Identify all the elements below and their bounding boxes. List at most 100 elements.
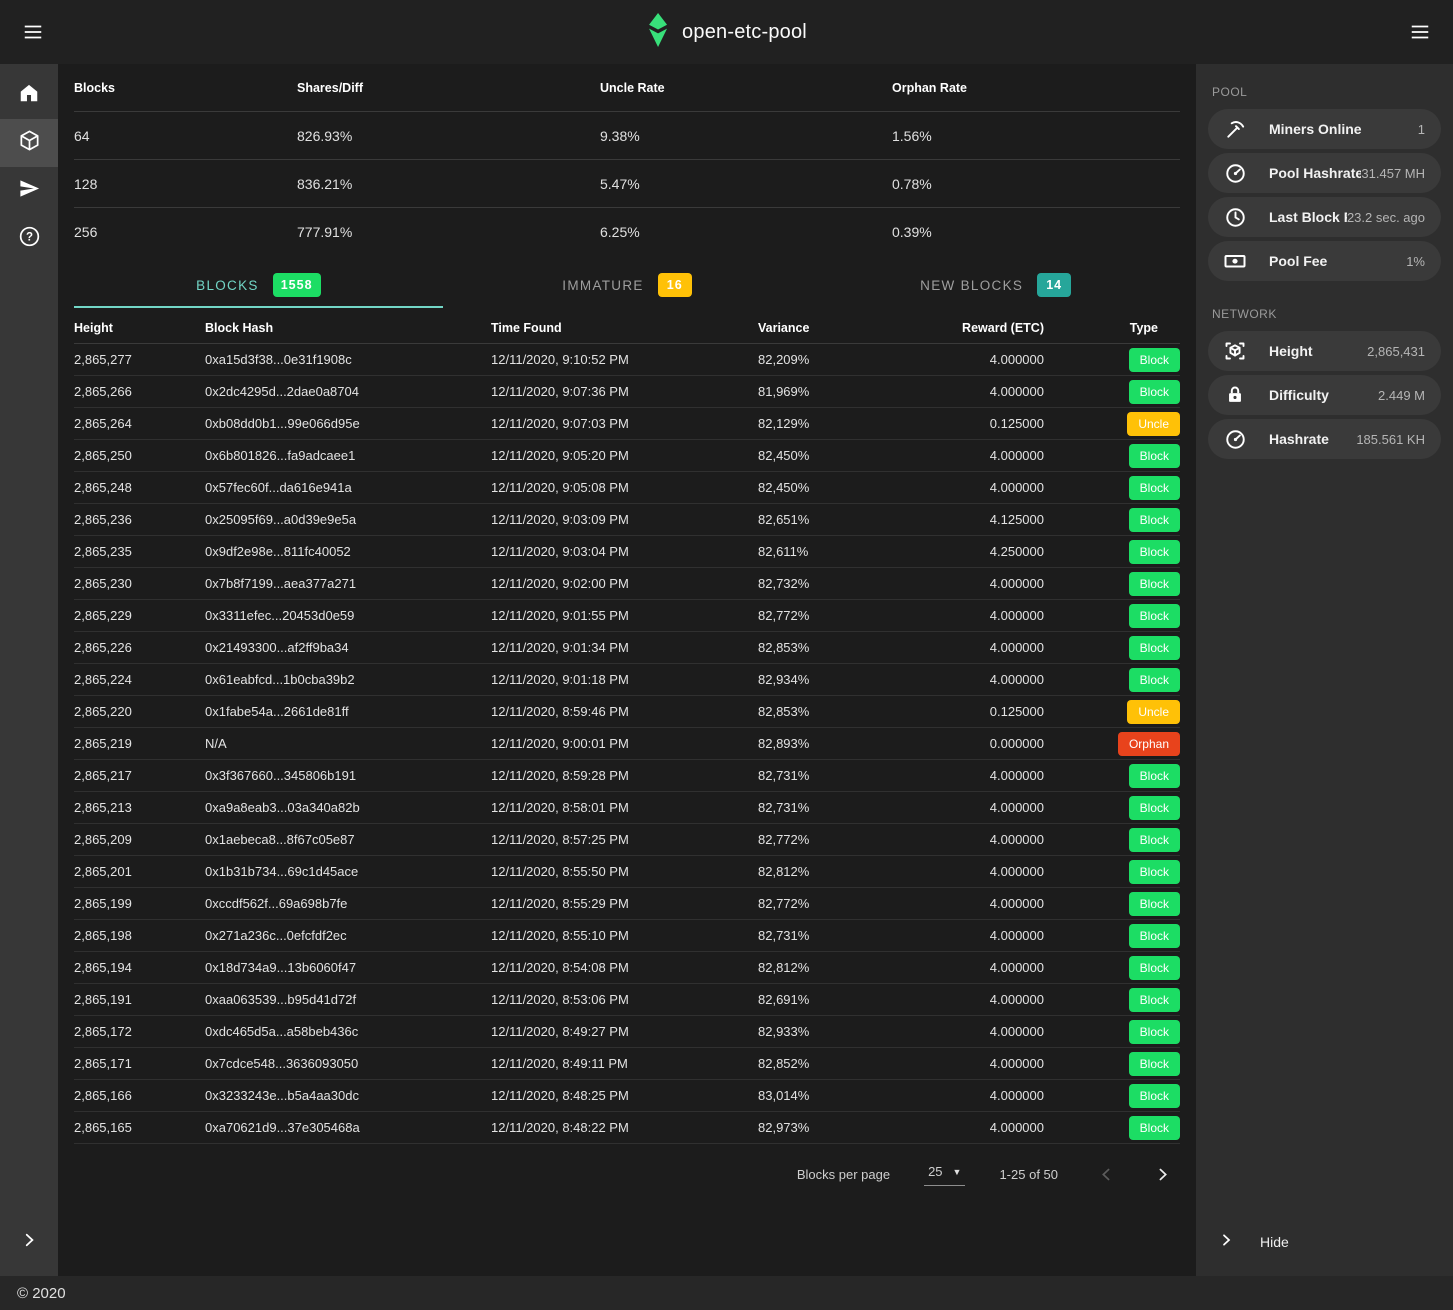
cell-variance: 82,973% bbox=[758, 1120, 864, 1135]
cell-orphan-rate: 0.78% bbox=[892, 176, 1180, 192]
cell-height: 2,865,171 bbox=[74, 1056, 205, 1071]
nav-item-blocks[interactable] bbox=[0, 119, 58, 167]
next-page-button[interactable] bbox=[1148, 1160, 1176, 1188]
nav-item-help[interactable]: ? bbox=[0, 215, 58, 263]
cell-reward: 4.000000 bbox=[864, 352, 1044, 367]
cell-reward: 4.000000 bbox=[864, 608, 1044, 623]
cell-orphan-rate: 0.39% bbox=[892, 224, 1180, 240]
stat-value: 31.457 MH bbox=[1361, 166, 1425, 181]
table-row: 2,865,236 0x25095f69...a0d39e9e5a 12/11/… bbox=[74, 504, 1180, 536]
table-row: 2,865,264 0xb08dd0b1...99e066d95e 12/11/… bbox=[74, 408, 1180, 440]
cell-time-found: 12/11/2020, 8:53:06 PM bbox=[491, 992, 758, 1007]
app-title: open-etc-pool bbox=[682, 21, 807, 44]
cell-reward: 4.000000 bbox=[864, 800, 1044, 815]
svg-text:?: ? bbox=[25, 232, 32, 244]
cell-reward: 4.000000 bbox=[864, 1120, 1044, 1135]
nav-item-payments[interactable] bbox=[0, 167, 58, 215]
tab-blocks[interactable]: BLOCKS 1558 bbox=[74, 264, 443, 306]
table-row: 2,865,198 0x271a236c...0efcfdf2ec 12/11/… bbox=[74, 920, 1180, 952]
cell-reward: 4.000000 bbox=[864, 384, 1044, 399]
cell-reward: 4.000000 bbox=[864, 1056, 1044, 1071]
cell-block-hash: 0x3311efec...20453d0e59 bbox=[205, 608, 491, 623]
previous-page-button[interactable] bbox=[1092, 1160, 1120, 1188]
hide-panel-button[interactable]: Hide bbox=[1196, 1218, 1453, 1266]
cell-time-found: 12/11/2020, 8:48:25 PM bbox=[491, 1088, 758, 1103]
footer: © 2020 bbox=[0, 1276, 1453, 1310]
cell-height: 2,865,236 bbox=[74, 512, 205, 527]
col-reward: Reward (ETC) bbox=[864, 321, 1044, 335]
type-badge: Block bbox=[1129, 1084, 1180, 1108]
panel-stat-item: Height 2,865,431 bbox=[1208, 331, 1441, 371]
cell-height: 2,865,191 bbox=[74, 992, 205, 1007]
cell-block-hash: 0xccdf562f...69a698b7fe bbox=[205, 896, 491, 911]
menu-icon-right[interactable] bbox=[1404, 16, 1436, 48]
stats-row: 256 777.91% 6.25% 0.39% bbox=[74, 208, 1180, 256]
cell-block-hash: 0xa9a8eab3...03a340a82b bbox=[205, 800, 491, 815]
cell-variance: 82,853% bbox=[758, 640, 864, 655]
col-time-found: Time Found bbox=[491, 321, 758, 335]
col-variance: Variance bbox=[758, 321, 864, 335]
tab-new-blocks[interactable]: NEW BLOCKS 14 bbox=[811, 264, 1180, 306]
lock-icon bbox=[1223, 383, 1247, 407]
cell-variance: 82,611% bbox=[758, 544, 864, 559]
cell-variance: 82,852% bbox=[758, 1056, 864, 1071]
table-row: 2,865,220 0x1fabe54a...2661de81ff 12/11/… bbox=[74, 696, 1180, 728]
table-row: 2,865,201 0x1b31b734...69c1d45ace 12/11/… bbox=[74, 856, 1180, 888]
table-row: 2,865,209 0x1aebeca8...8f67c05e87 12/11/… bbox=[74, 824, 1180, 856]
cell-time-found: 12/11/2020, 9:01:18 PM bbox=[491, 672, 758, 687]
panel-stat-item: Last Block Fo… 23.2 sec. ago bbox=[1208, 197, 1441, 237]
cell-variance: 82,772% bbox=[758, 832, 864, 847]
type-badge: Block bbox=[1129, 1116, 1180, 1140]
main-content: Blocks Shares/Diff Uncle Rate Orphan Rat… bbox=[58, 64, 1196, 1276]
cell-time-found: 12/11/2020, 8:54:08 PM bbox=[491, 960, 758, 975]
type-badge: Block bbox=[1129, 604, 1180, 628]
cell-time-found: 12/11/2020, 8:59:46 PM bbox=[491, 704, 758, 719]
pool-section-label: POOL bbox=[1212, 85, 1441, 99]
stat-value: 1% bbox=[1406, 254, 1425, 269]
gauge-icon bbox=[1223, 161, 1247, 185]
tab-immature[interactable]: IMMATURE 16 bbox=[443, 264, 812, 306]
type-badge: Block bbox=[1129, 1020, 1180, 1044]
rail-expand-button[interactable] bbox=[0, 1218, 58, 1266]
table-row: 2,865,172 0xdc465d5a...a58beb436c 12/11/… bbox=[74, 1016, 1180, 1048]
col-uncle-rate: Uncle Rate bbox=[600, 81, 892, 95]
stats-row: 64 826.93% 9.38% 1.56% bbox=[74, 112, 1180, 160]
type-badge: Block bbox=[1129, 572, 1180, 596]
page-size-select[interactable]: 25 ▼ bbox=[924, 1162, 965, 1186]
stat-label: Height bbox=[1269, 343, 1313, 359]
cell-time-found: 12/11/2020, 8:57:25 PM bbox=[491, 832, 758, 847]
cell-reward: 4.125000 bbox=[864, 512, 1044, 527]
cell-height: 2,865,213 bbox=[74, 800, 205, 815]
type-badge: Block bbox=[1129, 508, 1180, 532]
nav-item-home[interactable] bbox=[0, 71, 58, 119]
app-window: open-etc-pool bbox=[0, 0, 1453, 1310]
stats-side-panel: POOL Miners Online 1 Pool Hashrate 31.45… bbox=[1196, 64, 1453, 1276]
table-row: 2,865,199 0xccdf562f...69a698b7fe 12/11/… bbox=[74, 888, 1180, 920]
page-size-label: Blocks per page bbox=[797, 1167, 890, 1182]
col-block-hash: Block Hash bbox=[205, 321, 491, 335]
type-badge: Block bbox=[1129, 860, 1180, 884]
cube-scan-icon bbox=[1223, 339, 1247, 363]
etc-logo-icon bbox=[646, 12, 669, 53]
cell-height: 2,865,209 bbox=[74, 832, 205, 847]
cell-variance: 82,450% bbox=[758, 480, 864, 495]
cell-time-found: 12/11/2020, 9:10:52 PM bbox=[491, 352, 758, 367]
type-badge: Block bbox=[1129, 668, 1180, 692]
col-height: Height bbox=[74, 321, 205, 335]
luck-stats-table: Blocks Shares/Diff Uncle Rate Orphan Rat… bbox=[74, 64, 1180, 256]
table-row: 2,865,226 0x21493300...af2ff9ba34 12/11/… bbox=[74, 632, 1180, 664]
cell-reward: 0.125000 bbox=[864, 416, 1044, 431]
type-badge: Block bbox=[1129, 764, 1180, 788]
cell-time-found: 12/11/2020, 9:05:20 PM bbox=[491, 448, 758, 463]
cell-height: 2,865,224 bbox=[74, 672, 205, 687]
table-row: 2,865,165 0xa70621d9...37e305468a 12/11/… bbox=[74, 1112, 1180, 1144]
col-blocks: Blocks bbox=[74, 81, 297, 95]
table-row: 2,865,250 0x6b801826...fa9adcaee1 12/11/… bbox=[74, 440, 1180, 472]
cell-height: 2,865,220 bbox=[74, 704, 205, 719]
cell-reward: 4.000000 bbox=[864, 768, 1044, 783]
stats-row: 128 836.21% 5.47% 0.78% bbox=[74, 160, 1180, 208]
table-row: 2,865,224 0x61eabfcd...1b0cba39b2 12/11/… bbox=[74, 664, 1180, 696]
cell-variance: 83,014% bbox=[758, 1088, 864, 1103]
menu-icon[interactable] bbox=[17, 16, 49, 48]
cell-time-found: 12/11/2020, 9:00:01 PM bbox=[491, 736, 758, 751]
